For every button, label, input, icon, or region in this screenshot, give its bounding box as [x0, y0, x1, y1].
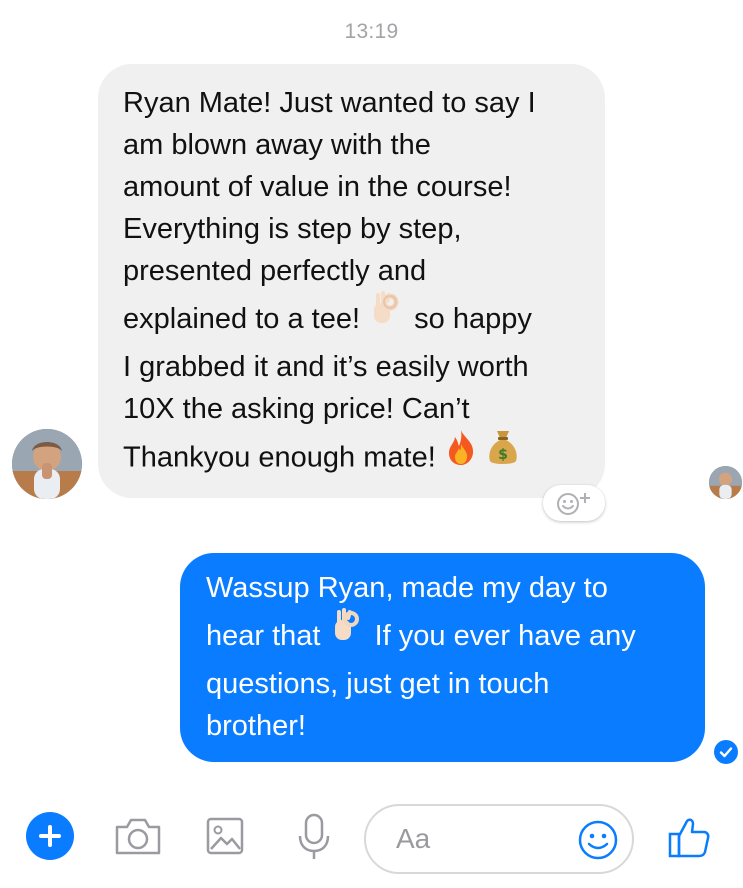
- message-text: hear that: [206, 620, 321, 652]
- message-line: amount of value in the course!: [123, 171, 512, 203]
- message-line-with-emoji: explained to a tee! so happy: [123, 289, 585, 346]
- ok-hand-emoji: [368, 289, 406, 345]
- contact-avatar[interactable]: [12, 429, 82, 499]
- emoji-button[interactable]: [576, 818, 620, 862]
- message-line: Everything is step by step,: [123, 213, 462, 245]
- avatar-photo: [12, 429, 82, 499]
- camera-button[interactable]: [112, 814, 164, 858]
- message-line: presented perfectly and: [123, 255, 427, 287]
- message-text: Thankyou enough mate!: [123, 441, 436, 474]
- message-timestamp: 13:19: [344, 20, 399, 43]
- like-button[interactable]: [664, 813, 714, 863]
- messenger-conversation: 13:19 Ryan Mate! Just wanted to say I am…: [0, 0, 743, 888]
- message-line: I grabbed it and it’s easily worth: [123, 351, 529, 383]
- message-line-with-emoji: Thankyou enough mate! $: [123, 430, 585, 484]
- emoji-icon: [578, 820, 618, 860]
- message-text: If you ever have any: [374, 620, 636, 652]
- image-button[interactable]: [204, 815, 246, 857]
- thumbs-up-icon: [668, 818, 710, 858]
- outgoing-message-bubble[interactable]: Wassup Ryan, made my day to hear that If…: [180, 553, 705, 762]
- message-input[interactable]: Aa: [364, 804, 634, 874]
- message-line: brother!: [206, 710, 306, 742]
- checkmark-circle-icon: [714, 740, 738, 764]
- ok-hand-emoji: [329, 606, 367, 662]
- incoming-message-bubble[interactable]: Ryan Mate! Just wanted to say I am blown…: [98, 64, 605, 498]
- message-line: 10X the asking price! Can’t: [123, 393, 470, 425]
- fire-emoji: [444, 428, 478, 484]
- avatar-photo: [709, 466, 742, 499]
- message-line: questions, just get in touch: [206, 668, 550, 700]
- message-input-placeholder: Aa: [396, 823, 431, 854]
- message-text: so happy: [414, 303, 532, 335]
- message-text: explained to a tee!: [123, 303, 361, 335]
- microphone-button[interactable]: [294, 811, 334, 863]
- message-line: Ryan Mate! Just wanted to say I: [123, 87, 536, 119]
- message-line: Wassup Ryan, made my day to: [206, 572, 608, 604]
- add-reaction-icon: [557, 493, 590, 515]
- composer-bar: Aa: [0, 795, 743, 885]
- camera-icon: [115, 818, 161, 855]
- money-bag-emoji: $: [486, 427, 520, 485]
- read-receipt-avatar: [709, 466, 742, 499]
- add-reaction-button[interactable]: [543, 485, 605, 521]
- svg-text:$: $: [498, 447, 508, 463]
- plus-button[interactable]: [26, 812, 74, 860]
- plus-icon: [39, 825, 61, 847]
- message-line-with-emoji: hear that If you ever have any: [206, 606, 685, 663]
- microphone-icon: [298, 813, 330, 859]
- image-icon: [206, 817, 244, 855]
- message-line: am blown away with the: [123, 129, 431, 161]
